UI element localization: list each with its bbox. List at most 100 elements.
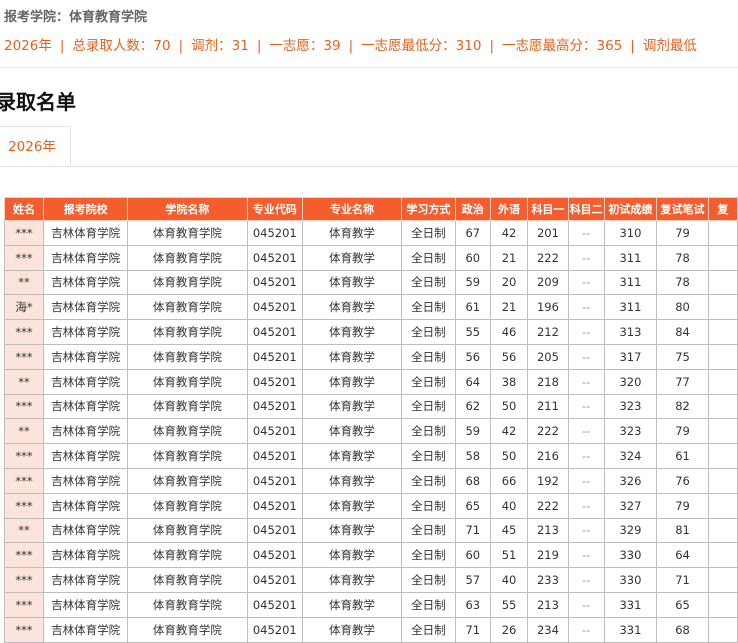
table-cell: 全日制 [401, 319, 456, 345]
table-cell: 吉林体育学院 [43, 567, 129, 593]
table-cell: 045201 [246, 368, 303, 395]
table-cell: *** [3, 220, 45, 246]
table-cell [707, 443, 738, 469]
table-cell: 64 [454, 368, 491, 395]
table-cell: 222 [527, 244, 569, 271]
table-cell: 218 [527, 368, 569, 395]
table-cell: 212 [527, 319, 569, 345]
table-cell: 045201 [246, 319, 303, 345]
column-header: 报考院校 [43, 197, 129, 221]
table-cell [707, 269, 738, 296]
column-header: 外语 [489, 197, 529, 221]
table-cell: 58 [454, 443, 491, 469]
table-row: ** 吉林体育学院 体育教育学院 045201 体育教学 全日制 59 20 209 -- 311 7… [3, 269, 738, 296]
table-cell [707, 467, 738, 494]
table-cell: 222 [527, 418, 569, 445]
table-cell: ** [3, 368, 45, 395]
table-cell: 66 [489, 467, 529, 494]
table-cell [707, 616, 738, 643]
table-cell: 326 [603, 467, 658, 494]
table-row: *** 吉林体育学院 体育教育学院 045201 体育教学 全日制 55 46 212 -- 313… [3, 319, 738, 345]
stats-item: 2026年 [4, 38, 52, 54]
table-cell: 吉林体育学院 [43, 591, 129, 618]
table-cell: 全日制 [401, 294, 456, 321]
table-cell: 体育教学 [301, 467, 403, 494]
table-cell: 67 [454, 220, 491, 246]
table-cell: 体育教育学院 [127, 517, 248, 544]
table-cell: 吉林体育学院 [43, 319, 129, 345]
column-header: 姓名 [3, 197, 45, 221]
stats-separator: | [348, 38, 354, 54]
table-cell: -- [567, 244, 605, 271]
table-cell: 45 [489, 517, 529, 544]
table-cell [707, 517, 738, 544]
table-cell: 全日制 [401, 269, 456, 296]
table-cell [707, 418, 738, 445]
table-cell: 84 [656, 319, 709, 345]
table-cell: *** [3, 591, 45, 618]
table-cell: -- [567, 343, 605, 370]
table-cell: ** [3, 418, 45, 445]
table-cell: 68 [656, 616, 709, 643]
table-cell: 全日制 [401, 443, 456, 469]
table-cell [707, 591, 738, 618]
table-cell: 59 [454, 269, 491, 296]
table-cell: 311 [603, 269, 658, 296]
table-cell: 体育教学 [301, 517, 403, 544]
table-row: *** 吉林体育学院 体育教育学院 045201 体育教学 全日制 71 26 234 -- 331… [3, 616, 738, 643]
table-cell: 323 [603, 393, 658, 420]
table-cell: 045201 [246, 418, 303, 445]
table-cell: 全日制 [401, 492, 456, 519]
table-cell: 吉林体育学院 [43, 294, 129, 321]
table-cell: 62 [454, 393, 491, 420]
table-cell: 全日制 [401, 368, 456, 395]
table-cell: 吉林体育学院 [43, 418, 129, 445]
table-cell: 体育教育学院 [127, 542, 248, 569]
table-cell: -- [567, 567, 605, 593]
column-header: 政治 [454, 197, 491, 221]
table-cell: 全日制 [401, 220, 456, 246]
table-cell: 311 [603, 294, 658, 321]
table-cell [707, 492, 738, 519]
table-cell: 55 [454, 319, 491, 345]
table-cell: 体育教学 [301, 368, 403, 395]
table-cell: 045201 [246, 244, 303, 271]
table-cell: 78 [656, 244, 709, 271]
table-cell: 045201 [246, 591, 303, 618]
table-cell: 330 [603, 567, 658, 593]
table-cell: *** [3, 542, 45, 569]
table-cell: 体育教育学院 [127, 220, 248, 246]
tab-2026[interactable]: 2026年 [0, 126, 71, 166]
stats-separator: | [489, 38, 495, 54]
table-cell: *** [3, 467, 45, 494]
table-cell: -- [567, 294, 605, 321]
table-cell [707, 220, 738, 246]
table-cell: ** [3, 517, 45, 544]
table-cell: 全日制 [401, 343, 456, 370]
table-cell: -- [567, 220, 605, 246]
stats-separator: | [630, 38, 635, 54]
table-row: *** 吉林体育学院 体育教育学院 045201 体育教学 全日制 63 55 213 -- 331… [3, 591, 738, 618]
table-cell: 201 [527, 220, 569, 246]
table-cell: 310 [603, 220, 658, 246]
table-cell: 体育教育学院 [127, 467, 248, 494]
table-cell: *** [3, 393, 45, 420]
table-cell [707, 542, 738, 569]
table-row: *** 吉林体育学院 体育教育学院 045201 体育教学 全日制 56 56 205 -- 317… [3, 343, 738, 370]
table-cell: 38 [489, 368, 529, 395]
table-cell: -- [567, 368, 605, 395]
table-cell: 体育教育学院 [127, 343, 248, 370]
table-cell: 205 [527, 343, 569, 370]
table-cell: -- [567, 467, 605, 494]
table-cell [707, 343, 738, 370]
table-cell: 体育教学 [301, 343, 403, 370]
table-row: *** 吉林体育学院 体育教育学院 045201 体育教学 全日制 62 50 211 -- 323… [3, 393, 738, 420]
table-cell: 323 [603, 418, 658, 445]
table-cell: 71 [454, 517, 491, 544]
table-cell: 311 [603, 244, 658, 271]
table-cell: *** [3, 492, 45, 519]
table-cell: 317 [603, 343, 658, 370]
table-cell: 体育教育学院 [127, 443, 248, 469]
table-cell: 192 [527, 467, 569, 494]
table-cell: 21 [489, 244, 529, 271]
